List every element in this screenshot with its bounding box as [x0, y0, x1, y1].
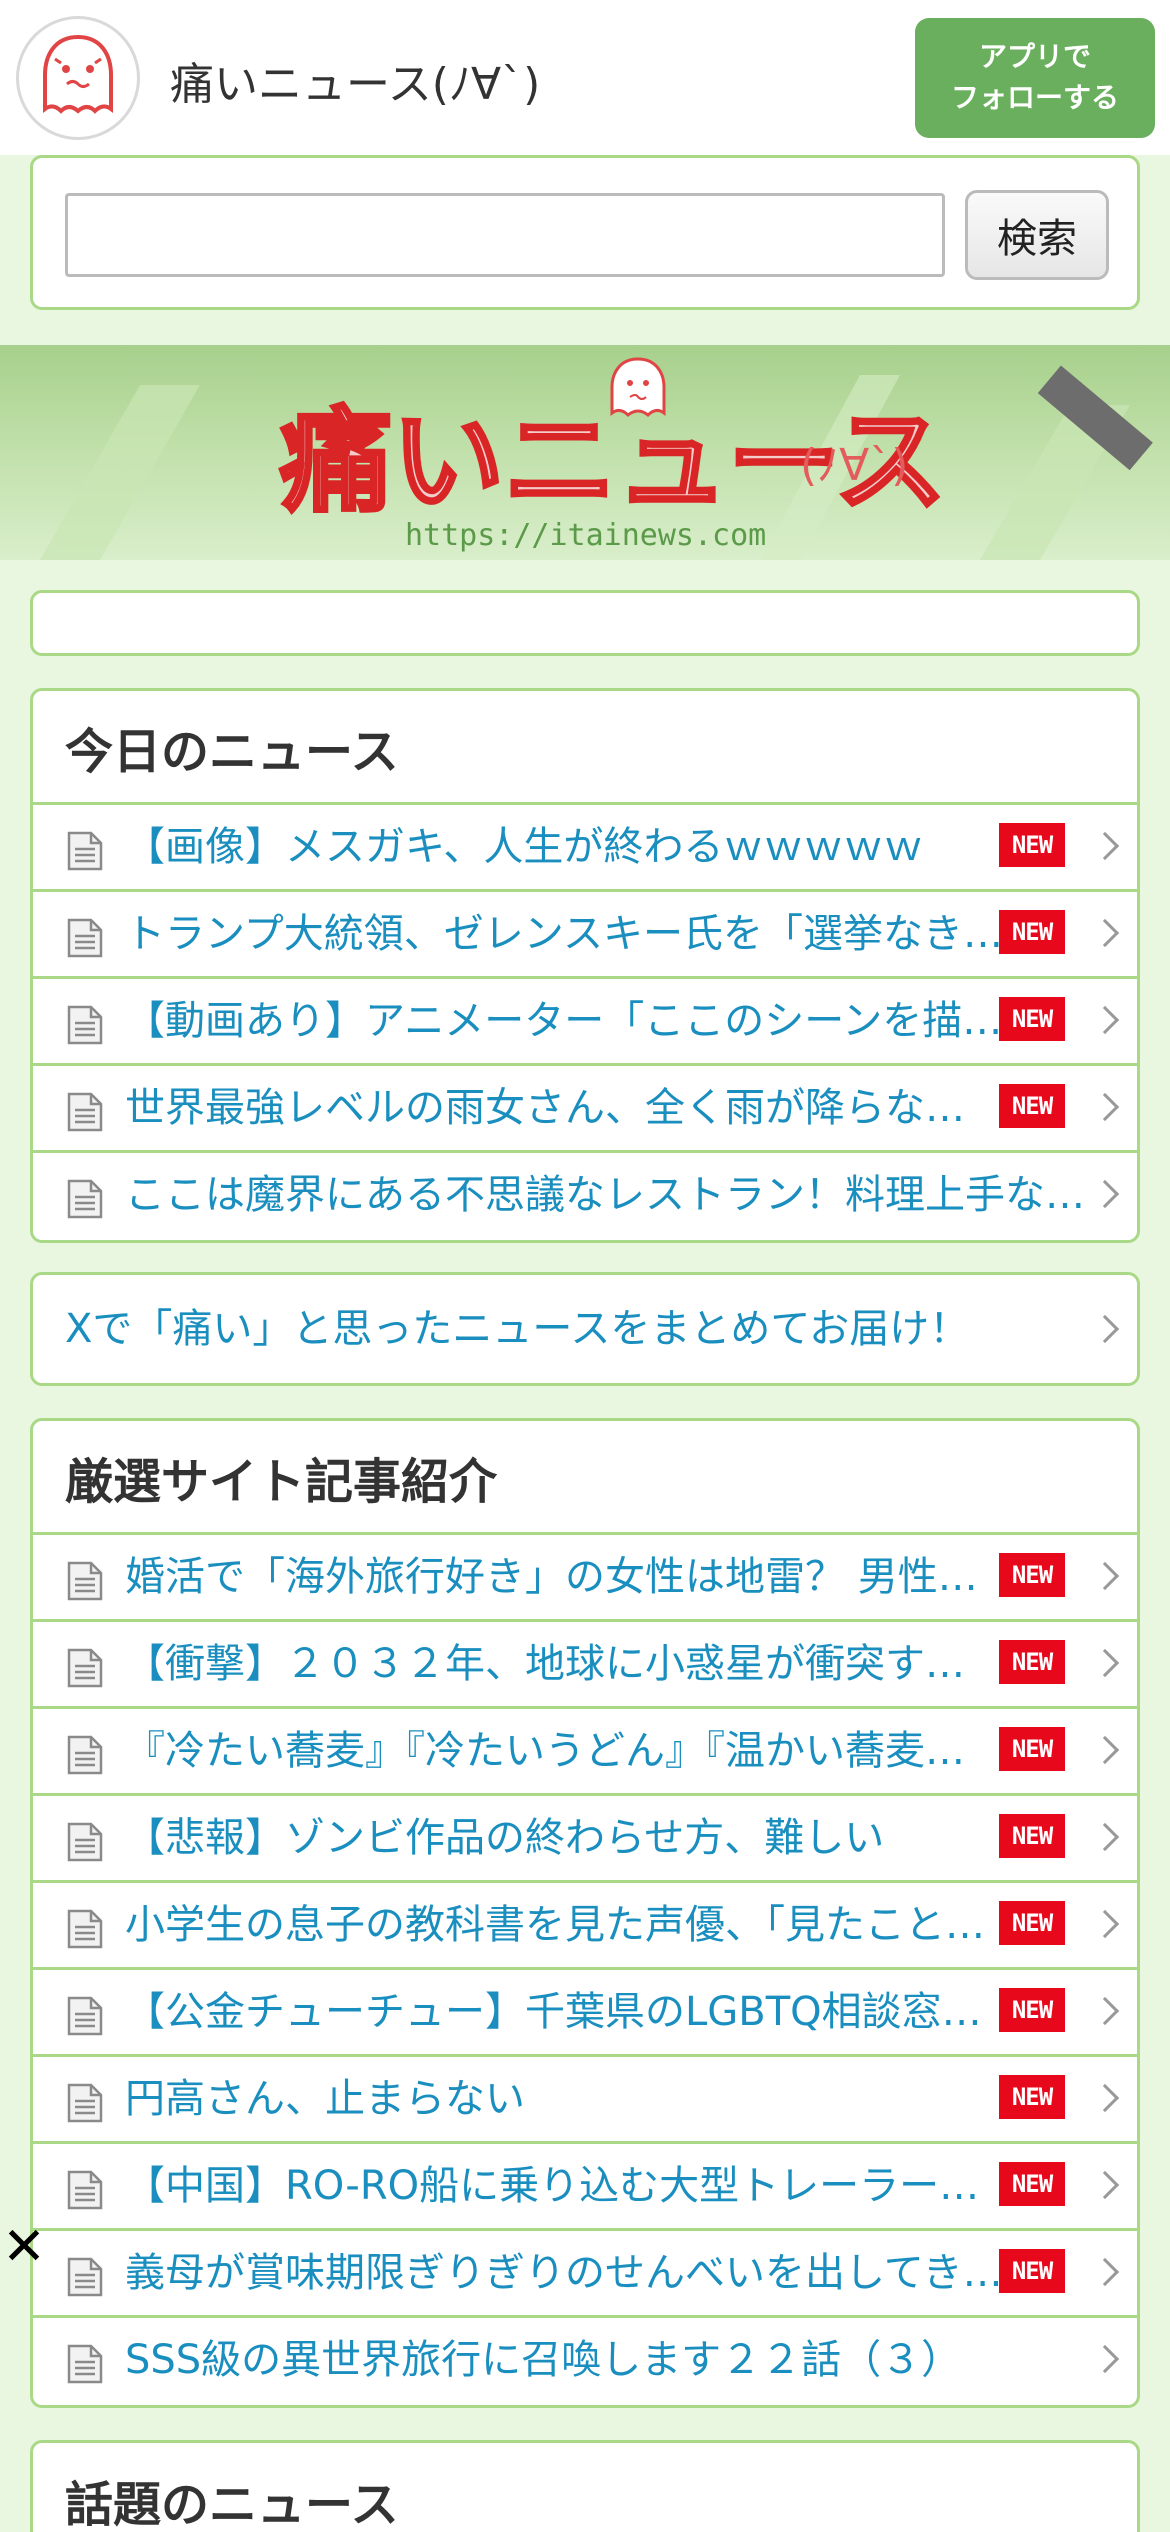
chevron-right-icon	[1090, 1561, 1120, 1591]
featured-articles-panel: 厳選サイト記事紹介 婚活で「海外旅行好き」の女性は地雷？ 男性の本音とはNEW【…	[30, 1418, 1140, 2408]
chevron-right-icon	[1090, 1648, 1120, 1678]
banner-logo: 痛いニュース (ﾉ∀`) https://itainews.com	[278, 357, 948, 553]
document-icon	[67, 1179, 103, 1219]
chevron-right-icon	[1090, 918, 1120, 948]
chevron-right-icon	[1090, 1314, 1120, 1344]
list-item[interactable]: 円高さん、止まらない NEW	[33, 2057, 1137, 2144]
document-icon	[67, 2344, 103, 2384]
list-item[interactable]: 【衝撃】２０３２年、地球に小惑星が衝突する可能性が浮上NEW	[33, 1622, 1137, 1709]
new-badge: NEW	[999, 1553, 1065, 1597]
section-title: 話題のニュース	[65, 2477, 399, 2532]
chevron-right-icon	[1090, 1092, 1120, 1122]
chevron-right-icon	[1090, 2083, 1120, 2113]
article-title: 【中国】RO-RO船に乗り込む大型トレーラーの運転手が凄すぎる	[125, 2163, 1003, 2209]
chevron-right-icon	[1090, 2170, 1120, 2200]
search-input[interactable]	[65, 193, 945, 277]
site-banner[interactable]: 痛いニュース (ﾉ∀`) https://itainews.com	[0, 345, 1170, 560]
ghost-mascot-icon[interactable]	[16, 16, 140, 140]
search-button[interactable]: 検索	[965, 190, 1109, 280]
list-item[interactable]: 婚活で「海外旅行好き」の女性は地雷？ 男性の本音とはNEW	[33, 1535, 1137, 1622]
document-icon	[67, 2083, 103, 2123]
chevron-right-icon	[1090, 1179, 1120, 1209]
document-icon	[67, 1561, 103, 1601]
document-icon	[67, 2170, 103, 2210]
new-badge: NEW	[999, 1988, 1065, 2032]
chevron-right-icon	[1090, 1735, 1120, 1765]
document-icon	[67, 1648, 103, 1688]
today-news-panel: 今日のニュース 【画像】メスガキ、人生が終わるｗｗｗｗｗ NEW トランプ大統領、ゼ…	[30, 688, 1140, 1243]
article-title: 『冷たい蕎麦』『冷たいうどん』『温かい蕎麦』『温かいうどん』	[125, 1728, 1003, 1774]
trending-news-panel: 話題のニュース	[30, 2440, 1140, 2532]
article-title: 【公金チューチュー】千葉県のLGBTQ相談窓口がヤバすぎる	[125, 1989, 1003, 2035]
article-title: 婚活で「海外旅行好き」の女性は地雷？ 男性の本音とは	[125, 1554, 1003, 1600]
document-icon	[67, 918, 103, 958]
app-header: 痛いニュース(ﾉ∀`) アプリで フォローする	[0, 0, 1170, 155]
new-badge: NEW	[999, 910, 1065, 954]
follow-app-button[interactable]: アプリで フォローする	[915, 18, 1155, 138]
document-icon	[67, 2257, 103, 2297]
new-badge: NEW	[999, 1814, 1065, 1858]
article-title: トランプ大統領、ゼレンスキー氏を「選挙なき独裁者」と非難	[125, 911, 1003, 957]
promo-label: Xで「痛い」と思ったニュースをまとめてお届け！	[65, 1306, 970, 1352]
search-panel: 検索	[30, 155, 1140, 310]
x-promo-link[interactable]: Xで「痛い」と思ったニュースをまとめてお届け！	[30, 1272, 1140, 1386]
document-icon	[67, 1092, 103, 1132]
list-item[interactable]: 【公金チューチュー】千葉県のLGBTQ相談窓口がヤバすぎるNEW	[33, 1970, 1137, 2057]
new-badge: NEW	[999, 2249, 1065, 2293]
document-icon	[67, 1005, 103, 1045]
new-badge: NEW	[999, 2075, 1065, 2119]
new-badge: NEW	[999, 1640, 1065, 1684]
article-title: 【動画あり】アニメーター「ここのシーンを描くのにこんなに時間がかかった」	[125, 998, 1003, 1044]
chevron-right-icon	[1090, 2257, 1120, 2287]
list-item[interactable]: 『冷たい蕎麦』『冷たいうどん』『温かい蕎麦』『温かいうどん』NEW	[33, 1709, 1137, 1796]
chevron-right-icon	[1090, 1005, 1120, 1035]
section-title: 厳選サイト記事紹介	[33, 1421, 1137, 1535]
list-item[interactable]: SSS級の異世界旅行に召喚します２２話（３）	[33, 2318, 1137, 2405]
list-item[interactable]: ここは魔界にある不思議なレストラン！料理上手なモンスターたち	[33, 1153, 1137, 1240]
article-title: ここは魔界にある不思議なレストラン！料理上手なモンスターたち	[125, 1172, 1085, 1218]
document-icon	[67, 1822, 103, 1862]
chevron-right-icon	[1090, 1822, 1120, 1852]
article-title: 小学生の息子の教科書を見た声優、「見たことある名前が」	[125, 1902, 1003, 1948]
svg-text:https://itainews.com: https://itainews.com	[405, 518, 766, 553]
list-item[interactable]: 義母が賞味期限ぎりぎりのせんべいを出してきた結果 NEW	[33, 2231, 1137, 2318]
article-title: 世界最強レベルの雨女さん、全く雨が降らない地域に行った結果	[125, 1085, 1003, 1131]
article-title: 【悲報】ゾンビ作品の終わらせ方、難しい	[125, 1815, 885, 1861]
article-title: 【衝撃】２０３２年、地球に小惑星が衝突する可能性が浮上	[125, 1641, 1003, 1687]
article-title: SSS級の異世界旅行に召喚します２２話（３）	[125, 2337, 962, 2383]
document-icon	[67, 1735, 103, 1775]
chevron-right-icon	[1090, 831, 1120, 861]
new-badge: NEW	[999, 1727, 1065, 1771]
chevron-right-icon	[1090, 1909, 1120, 1939]
close-icon[interactable]: ✕	[0, 2221, 48, 2273]
svg-text:(ﾉ∀`): (ﾉ∀`)	[800, 440, 908, 491]
article-title: 円高さん、止まらない	[125, 2076, 525, 2122]
chevron-right-icon	[1090, 1996, 1120, 2026]
new-badge: NEW	[999, 1901, 1065, 1945]
list-item[interactable]: 【動画あり】アニメーター「ここのシーンを描くのにこんなに時間がかかった」NEW	[33, 979, 1137, 1066]
list-item[interactable]: 世界最強レベルの雨女さん、全く雨が降らない地域に行った結果NEW	[33, 1066, 1137, 1153]
chevron-right-icon	[1090, 2344, 1120, 2374]
list-item[interactable]: 【悲報】ゾンビ作品の終わらせ方、難しい NEW	[33, 1796, 1137, 1883]
new-badge: NEW	[999, 823, 1065, 867]
document-icon	[67, 831, 103, 871]
ad-placeholder	[30, 590, 1140, 656]
list-item[interactable]: トランプ大統領、ゼレンスキー氏を「選挙なき独裁者」と非難NEW	[33, 892, 1137, 979]
site-title[interactable]: 痛いニュース(ﾉ∀`)	[170, 48, 540, 112]
new-badge: NEW	[999, 2162, 1065, 2206]
list-item[interactable]: 小学生の息子の教科書を見た声優、「見たことある名前が」NEW	[33, 1883, 1137, 1970]
list-item[interactable]: 【画像】メスガキ、人生が終わるｗｗｗｗｗ NEW	[33, 805, 1137, 892]
article-title: 【画像】メスガキ、人生が終わるｗｗｗｗｗ	[125, 824, 924, 870]
document-icon	[67, 1909, 103, 1949]
article-title: 義母が賞味期限ぎりぎりのせんべいを出してきた結果	[125, 2250, 1003, 2296]
new-badge: NEW	[999, 1084, 1065, 1128]
document-icon	[67, 1996, 103, 2036]
new-badge: NEW	[999, 997, 1065, 1041]
list-item[interactable]: 【中国】RO-RO船に乗り込む大型トレーラーの運転手が凄すぎるNEW	[33, 2144, 1137, 2231]
section-title: 今日のニュース	[33, 691, 1137, 805]
